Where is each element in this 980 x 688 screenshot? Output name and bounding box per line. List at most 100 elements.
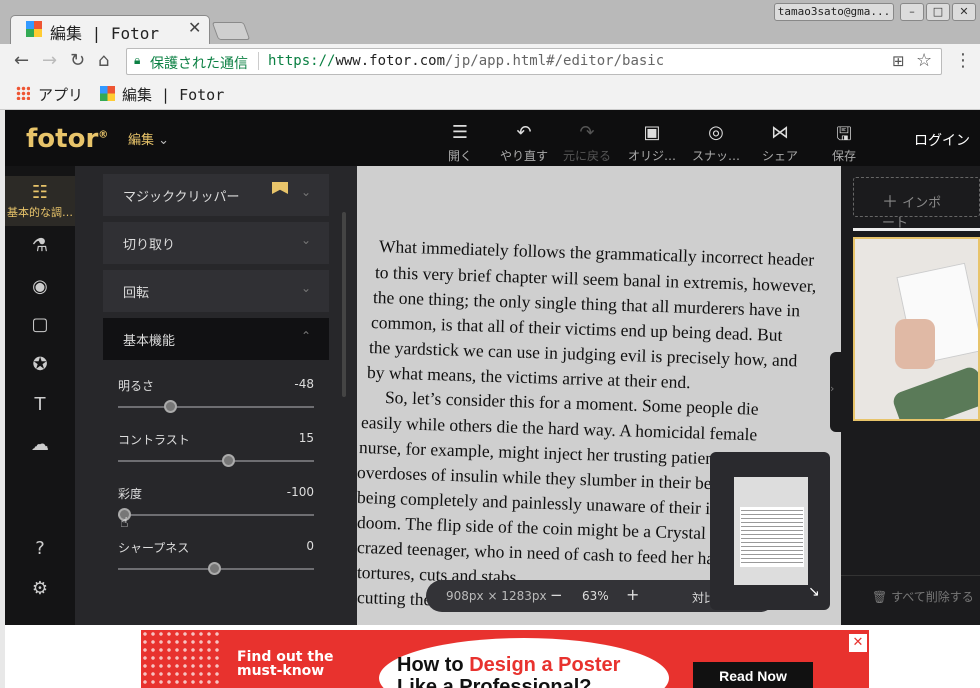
flask-icon[interactable]: ⚗ xyxy=(28,235,52,256)
redo-button[interactable]: ↷ 元に戻る xyxy=(557,122,617,164)
open-button[interactable]: ☰ 開く xyxy=(430,122,490,164)
brightness-slider[interactable] xyxy=(118,406,314,408)
edit-menu-label: 編集 xyxy=(128,133,155,148)
maximize-icon[interactable]: □ xyxy=(926,3,950,21)
back-icon[interactable]: ← xyxy=(14,50,29,71)
upload-cloud-icon[interactable]: ☁ xyxy=(28,434,52,455)
undo-label: やり直す xyxy=(499,149,548,163)
chevron-down-icon: ⌄ xyxy=(300,233,311,247)
save-button[interactable]: 🖫 保存 xyxy=(814,122,874,164)
contrast-slider-thumb[interactable] xyxy=(222,454,235,467)
undo-icon: ↶ xyxy=(516,122,532,143)
hand-thumb xyxy=(895,319,935,369)
login-button[interactable]: ログイン xyxy=(914,130,970,150)
sticker-icon[interactable]: ✪ xyxy=(28,354,52,375)
eye-icon[interactable]: ◉ xyxy=(28,276,52,297)
chevron-up-icon: ⌃ xyxy=(300,329,311,343)
apps-grid-icon xyxy=(16,86,30,100)
zoom-out-icon[interactable]: − xyxy=(550,586,563,604)
logo-text: fotor xyxy=(26,124,99,154)
star-icon[interactable]: ☆ xyxy=(916,50,932,71)
sleeve-thumb xyxy=(890,364,978,419)
url-text[interactable]: https://www.fotor.com/jp/app.html#/edito… xyxy=(268,53,664,69)
share-label: シェア xyxy=(761,149,798,163)
bookmark-fotor[interactable]: 編集 | Fotor xyxy=(122,84,224,105)
forward-icon[interactable]: → xyxy=(42,50,57,71)
trash-icon: 🗑︎ xyxy=(872,590,888,604)
help-icon[interactable]: ? xyxy=(28,538,52,559)
accordion-crop[interactable]: 切り取り ⌄ xyxy=(103,222,329,264)
save-icon: 🖫 xyxy=(836,124,852,145)
delete-all-button[interactable]: 🗑︎ すべて削除する xyxy=(872,588,974,605)
saturation-value: -100 xyxy=(286,485,314,499)
hand-cursor-icon: ☝ xyxy=(120,515,129,531)
brightness-label: 明るさ xyxy=(118,379,155,393)
accordion-magic-clipper[interactable]: マジッククリッパー ⌄ xyxy=(103,174,329,216)
window-close-icon[interactable]: ✕ xyxy=(952,3,976,21)
panel-scrollbar[interactable] xyxy=(342,212,346,397)
profile-button[interactable]: tamao3sato@gma... xyxy=(774,3,894,21)
home-icon[interactable]: ⌂ xyxy=(98,50,109,71)
original-button[interactable]: ▣ オリジ… xyxy=(622,122,682,164)
menu-dots-icon[interactable]: ⋮ xyxy=(954,50,972,71)
saturation-label: 彩度 xyxy=(118,487,143,501)
contrast-label: コントラスト xyxy=(118,433,190,447)
tab-close-icon[interactable]: ✕ xyxy=(188,18,201,37)
ad-left-text: Find out the must-know xyxy=(237,649,334,679)
saturation-slider[interactable] xyxy=(118,514,314,516)
reload-icon[interactable]: ↻ xyxy=(70,50,85,71)
accordion-basic[interactable]: 基本機能 ⌃ xyxy=(103,318,329,360)
nav-basic-label: 基本的な調… xyxy=(7,206,73,219)
ad-read-now-button[interactable]: Read Now xyxy=(693,662,813,688)
fotor-logo[interactable]: fotor® xyxy=(26,124,108,154)
delete-all-label: すべて削除する xyxy=(891,590,974,604)
ad-headline-b: Design a Poster xyxy=(469,654,621,676)
zoom-percent: 63% xyxy=(582,589,609,603)
bookmark-apps[interactable]: アプリ xyxy=(38,84,83,105)
sliders-icon: ☷ xyxy=(31,182,49,203)
menu-icon: ☰ xyxy=(451,122,469,143)
import-button[interactable]: ＋ インポート xyxy=(853,177,980,231)
lock-icon: 🔒︎ xyxy=(134,53,141,67)
ad-close-icon[interactable]: ✕ xyxy=(849,634,867,652)
collapse-right-panel-icon[interactable]: › xyxy=(830,352,841,432)
text-icon[interactable]: T xyxy=(28,394,52,415)
accordion-rotate[interactable]: 回転 ⌄ xyxy=(103,270,329,312)
redo-icon: ↷ xyxy=(579,122,595,143)
divider xyxy=(841,575,980,576)
brightness-slider-thumb[interactable] xyxy=(164,400,177,413)
secure-label: 保護された通信 xyxy=(150,56,248,72)
ad-banner[interactable]: Find out the must-know How to Design a P… xyxy=(141,630,869,688)
sharpness-label: シャープネス xyxy=(118,541,190,555)
chevron-down-icon: ⌄ xyxy=(300,281,311,295)
share-button[interactable]: ⋈ シェア xyxy=(750,122,810,164)
accordion-label: 回転 xyxy=(123,286,150,301)
save-label: 保存 xyxy=(831,149,856,163)
contrast-slider[interactable] xyxy=(118,460,314,462)
accordion-label: マジッククリッパー xyxy=(123,190,240,205)
image-icon: ▣ xyxy=(643,122,661,143)
sharpness-value: 0 xyxy=(306,539,314,553)
ad-headline-a: How to xyxy=(397,654,470,676)
tab-title: 編集 | Fotor xyxy=(50,24,160,43)
sharpness-slider-thumb[interactable] xyxy=(208,562,221,575)
plus-icon: ＋ xyxy=(882,192,899,211)
undo-button[interactable]: ↶ やり直す xyxy=(494,122,554,164)
minimize-icon[interactable]: – xyxy=(900,3,924,21)
original-label: オリジ… xyxy=(627,149,676,163)
fotor-favicon-icon xyxy=(100,86,115,101)
settings-icon[interactable]: ⚙ xyxy=(28,578,52,599)
brightness-value: -48 xyxy=(294,377,314,391)
zoom-in-icon[interactable]: + xyxy=(626,585,639,604)
expand-arrow-icon[interactable]: ↘ xyxy=(808,584,820,600)
translate-icon[interactable]: ⊞ xyxy=(892,52,905,70)
frame-icon[interactable]: ▢ xyxy=(28,314,52,335)
uploaded-photo-thumbnail[interactable] xyxy=(853,237,980,421)
accordion-label: 切り取り xyxy=(123,238,176,253)
contrast-value: 15 xyxy=(298,431,314,445)
edit-menu[interactable]: 編集 ⌄ xyxy=(128,129,169,148)
url-path: /jp/app.html#/editor/basic xyxy=(445,53,665,69)
new-tab-button[interactable] xyxy=(211,22,251,40)
snapshot-button[interactable]: ◎ スナッ… xyxy=(686,122,746,164)
ad-dots-decoration xyxy=(141,630,221,688)
